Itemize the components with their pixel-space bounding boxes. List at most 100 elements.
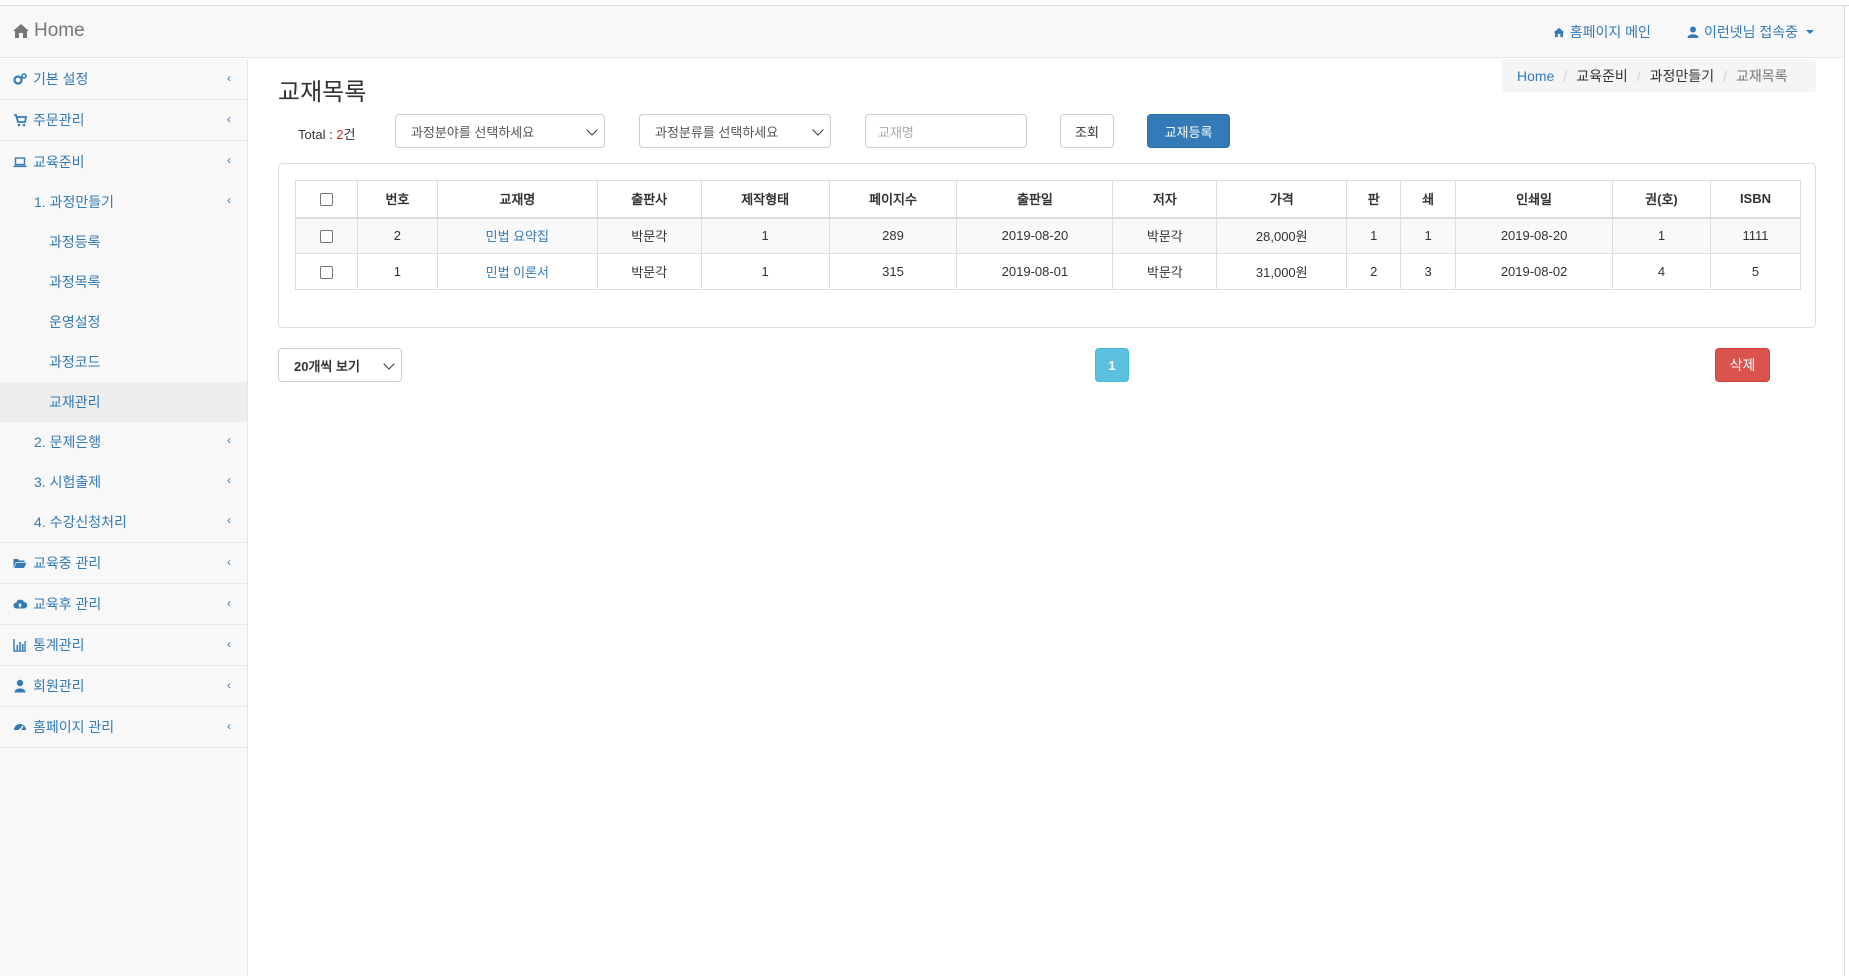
sidebar-group-edu-prep: 교육준비 ‹ 1. 과정만들기 ‹ 과정등록 과정목록 운영설정 과정코드 교재… [0,141,247,543]
breadcrumb-home-link[interactable]: Home [1517,68,1554,84]
chevron-left-icon: ‹ [227,473,231,487]
select-all-checkbox-cell[interactable] [295,180,358,219]
sidebar-sub-create-course[interactable]: 1. 과정만들기 ‹ [0,182,247,222]
chevron-left-icon: ‹ [227,637,231,651]
sidebar-item-during-edu[interactable]: 교육중 관리 ‹ [0,543,247,584]
page-size-select[interactable]: 20개씩 보기 [278,348,402,382]
row-checkbox[interactable] [319,230,333,244]
sidebar-link-course-code[interactable]: 과정코드 [0,342,247,382]
table-cell: 4 [1612,253,1711,290]
sidebar-item-label: 기본 설정 [33,71,89,87]
home-icon [1553,27,1565,37]
page-title: 교재목록 [278,79,367,106]
course-category-select[interactable]: 과정분류를 선택하세요 [639,114,831,148]
row-checkbox-cell[interactable] [295,253,358,290]
chevron-down-icon [586,124,598,136]
column-header: 출판사 [596,180,702,219]
sidebar-item-basic-settings[interactable]: 기본 설정 ‹ [0,59,247,100]
cogs-icon [13,73,27,85]
row-checkbox-cell[interactable] [295,217,358,254]
table-cell: 박문각 [596,253,702,290]
column-header: 번호 [356,180,438,219]
total-suffix: 건 [343,127,356,142]
scrollbar[interactable] [1844,6,1849,976]
search-button[interactable]: 조회 [1060,114,1114,148]
brand-home-link[interactable]: Home [12,20,85,42]
column-header: 제작형태 [700,180,830,219]
table-row: 2 민법 요약집 박문각 1 289 2019-08-20 박문각 28,000… [295,217,1802,254]
textbook-name-input[interactable]: 교재명 [865,114,1027,148]
sidebar-sub-exam[interactable]: 3. 시험출제 ‹ [0,462,247,502]
chevron-left-icon: ‹ [227,112,231,126]
row-checkbox[interactable] [319,266,333,280]
bar-chart-icon [13,639,26,652]
register-textbook-button[interactable]: 교재등록 [1147,114,1230,148]
chevron-left-icon: ‹ [227,596,231,610]
table-row: 1 민법 이론서 박문각 1 315 2019-08-01 박문각 31,000… [295,253,1802,290]
sidebar-item-statistics[interactable]: 통계관리 ‹ [0,625,247,666]
home-icon [13,24,29,38]
sidebar-sub-label: 1. 과정만들기 [34,194,114,210]
chevron-left-icon: ‹ [227,719,231,733]
caret-down-icon [1806,30,1814,34]
column-header: 가격 [1216,180,1348,219]
chevron-left-icon: ‹ [227,193,231,207]
sidebar-item-label: 교육중 관리 [33,555,102,571]
total-number: 2 [336,127,344,142]
textbook-name-link[interactable]: 민법 이론서 [486,265,549,280]
sidebar-item-homepage-management[interactable]: 홈페이지 관리 ‹ [0,707,247,748]
sidebar-item-label: 교육후 관리 [33,596,102,612]
course-field-select-value: 과정분야를 선택하세요 [411,124,535,140]
user-menu-dropdown[interactable]: 이런넷님 접속중 [1687,22,1814,42]
sidebar-sub-enrollment[interactable]: 4. 수강신청처리 ‹ [0,502,247,542]
sidebar-item-orders[interactable]: 주문관리 ‹ [0,100,247,141]
user-icon [14,679,26,693]
sidebar-item-label: 교육준비 [33,153,85,170]
page-size-value: 20개씩 보기 [294,358,360,374]
column-header: 판 [1346,180,1402,219]
pagination-page-1[interactable]: 1 [1095,348,1129,382]
sidebar-item-after-edu[interactable]: 교육후 관리 ‹ [0,584,247,625]
delete-button[interactable]: 삭제 [1715,348,1770,382]
sidebar-link-textbook-management[interactable]: 교재관리 [0,382,247,422]
table-cell: 2019-08-20 [956,217,1114,254]
laptop-icon [13,156,27,167]
breadcrumb-edu-prep: 교육준비 [1576,67,1628,84]
course-category-select-value: 과정분류를 선택하세요 [655,124,779,140]
table-cell: 289 [828,217,958,254]
breadcrumb-separator: / [1723,67,1727,84]
table-cell: 28,000원 [1216,217,1348,254]
select-all-checkbox[interactable] [319,193,333,207]
breadcrumb-separator: / [1636,67,1641,84]
table-cell: 1 [1400,217,1457,254]
table-cell: 1 [356,253,438,290]
sidebar-item-edu-prep[interactable]: 교육준비 ‹ [0,141,247,182]
column-header: 저자 [1112,180,1218,219]
sidebar-item-label: 회원관리 [33,678,85,694]
breadcrumb: Home / 교육준비 / 과정만들기 / 교재목록 [1502,59,1816,92]
course-field-select[interactable]: 과정분야를 선택하세요 [395,114,605,148]
sidebar-sub-label: 2. 문제은행 [34,434,102,450]
textbook-table: 번호 교재명 출판사 제작형태 페이지수 출판일 저자 가격 판 쇄 인쇄일 권… [295,180,1802,290]
folder-open-icon [13,559,27,568]
textbook-name-link[interactable]: 민법 요약집 [486,229,549,244]
table-header-row: 번호 교재명 출판사 제작형태 페이지수 출판일 저자 가격 판 쇄 인쇄일 권… [295,180,1802,219]
breadcrumb-current: 교재목록 [1735,67,1788,84]
table-cell: 31,000원 [1216,253,1348,290]
chevron-left-icon: ‹ [227,513,231,527]
user-icon [1687,26,1699,38]
textbook-name-placeholder: 교재명 [878,124,914,140]
sidebar-link-course-register[interactable]: 과정등록 [0,222,247,262]
sidebar-sub-question-bank[interactable]: 2. 문제은행 ‹ [0,422,247,462]
breadcrumb-separator: / [1563,67,1568,84]
sidebar-sub-label: 3. 시험출제 [34,474,102,490]
homepage-main-link[interactable]: 홈페이지 메인 [1553,22,1651,42]
sidebar-item-members[interactable]: 회원관리 ‹ [0,666,247,707]
sidebar-link-operation-settings[interactable]: 운영설정 [0,302,247,342]
sidebar-link-course-list[interactable]: 과정목록 [0,262,247,302]
table-cell: 1 [1346,217,1402,254]
table-cell: 2019-08-01 [956,253,1114,290]
chevron-left-icon: ‹ [227,555,231,569]
column-header: 페이지수 [828,180,958,219]
chevron-down-icon [812,124,824,136]
